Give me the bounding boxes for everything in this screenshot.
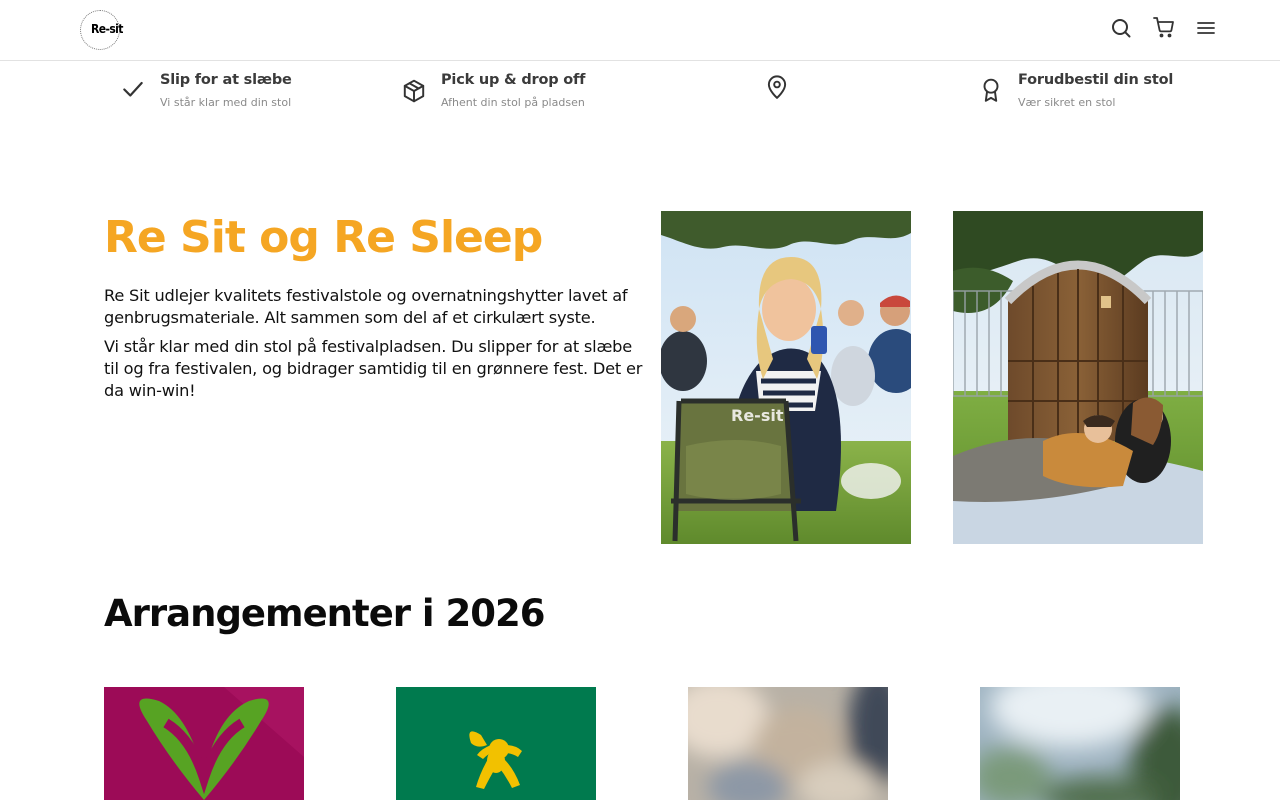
usp-title: Forudbestil din stol (1018, 72, 1174, 88)
box-icon (401, 78, 427, 104)
event-card-1[interactable] (104, 687, 304, 800)
search-icon[interactable] (1109, 16, 1133, 40)
usp-item-slip: Slip for at slæbe Vi står klar med din s… (120, 72, 380, 116)
usp-item-preorder: Forudbestil din stol Vær sikret en stol (978, 72, 1238, 116)
re-sit-logo[interactable]: Re-sit (80, 10, 124, 50)
usp-item-pickup: Pick up & drop off Afhent din stol på pl… (400, 72, 660, 116)
usp-subtitle: Vær sikret en stol (1018, 96, 1116, 109)
usp-subtitle: Afhent din stol på pladsen (441, 96, 585, 109)
site-header: Re-sit (0, 0, 1280, 61)
usp-title: Pick up & drop off (441, 72, 586, 88)
event-card-4[interactable] (980, 687, 1180, 800)
hero-paragraph-intro: Re Sit udlejer kvalitets festivalstole o… (104, 286, 628, 327)
usp-item-location (764, 72, 804, 116)
hero-paragraph-benefits: Vi står klar med din stol på festivalpla… (104, 337, 643, 400)
chair-print: Re-sit (731, 406, 784, 425)
award-icon (978, 77, 1004, 103)
event-card-2[interactable] (396, 687, 596, 800)
logo-text: Re-sit (91, 22, 123, 36)
map-pin-icon (764, 74, 790, 100)
festival-chair-photo: Re-sit (661, 211, 911, 544)
sleeping-hut-photo (953, 211, 1203, 544)
usp-subtitle: Vi står klar med din stol (160, 96, 292, 109)
hero-title: Re Sit og Re Sleep (104, 212, 543, 263)
events-section-title: Arrangementer i 2026 (104, 592, 545, 635)
menu-icon[interactable] (1194, 16, 1218, 40)
cart-icon[interactable] (1152, 15, 1176, 39)
event-card-3[interactable] (688, 687, 888, 800)
usp-title: Slip for at slæbe (160, 72, 292, 88)
check-icon (120, 76, 146, 102)
